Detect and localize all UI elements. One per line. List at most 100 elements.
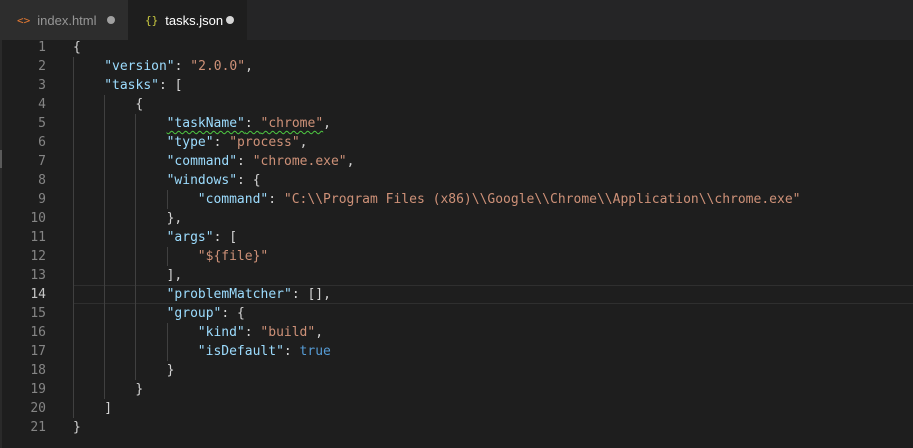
html-file-icon: <> <box>17 13 31 27</box>
line-number: 16 <box>30 325 46 340</box>
line-code: "windows": { <box>167 171 261 190</box>
line-code: "taskName": "chrome", <box>167 114 331 133</box>
code-token: , <box>346 154 355 169</box>
code-line[interactable]: 20] <box>0 399 913 418</box>
code-line[interactable]: 9 "command": "C:\\Program Files (x86)\\Go… <box>0 190 913 209</box>
code-token: } <box>135 382 144 397</box>
code-token: "process" <box>229 135 300 150</box>
code-token: } <box>166 363 175 378</box>
line-code: "tasks": [ <box>104 76 182 95</box>
line-number: 3 <box>38 78 46 93</box>
code-token: "isDefault" <box>197 344 284 359</box>
code-token: : <box>244 325 261 340</box>
code-token: , <box>315 325 324 340</box>
line-number: 2 <box>38 59 46 74</box>
line-code: } <box>73 418 81 437</box>
line-code: { <box>73 38 81 57</box>
line-number: 10 <box>30 211 46 226</box>
code-line[interactable]: 17 "isDefault": true <box>0 342 913 361</box>
code-token: "group" <box>166 306 222 321</box>
line-code: "version": "2.0.0", <box>104 57 253 76</box>
line-number: 12 <box>30 249 46 264</box>
code-token: "${file}" <box>197 249 269 264</box>
line-code: "problemMatcher": [], <box>167 285 331 304</box>
code-line[interactable]: 4{ <box>0 95 913 114</box>
line-code: ], <box>167 266 183 285</box>
tab-index-html[interactable]: <> index.html <box>0 0 128 40</box>
code-token: : { <box>221 306 245 321</box>
code-token: "chrome" <box>260 116 324 131</box>
line-code: "kind": "build", <box>198 323 323 342</box>
line-number: 4 <box>38 97 46 112</box>
line-code: } <box>167 361 175 380</box>
code-token: "command" <box>166 154 238 169</box>
indent-guide <box>73 57 74 418</box>
code-line[interactable]: 2 "version": "2.0.0", <box>0 57 913 76</box>
indent-guide <box>104 95 106 399</box>
code-line[interactable]: 6 "type": "process", <box>0 133 913 152</box>
json-file-icon: {} <box>145 13 159 27</box>
code-token: { <box>135 97 144 112</box>
code-line[interactable]: 10}, <box>0 209 913 228</box>
line-number: 11 <box>30 230 46 245</box>
line-number: 20 <box>30 401 46 416</box>
unsaved-dot-icon[interactable] <box>107 16 115 24</box>
code-token: : <box>283 344 300 359</box>
line-code: "group": { <box>167 304 245 323</box>
line-code: "isDefault": true <box>198 342 331 361</box>
line-number: 7 <box>38 154 46 169</box>
line-number: 8 <box>38 173 46 188</box>
indent-guide <box>166 190 168 209</box>
code-token: } <box>73 420 81 435</box>
line-code: "command": "chrome.exe", <box>167 152 355 171</box>
code-editor[interactable]: 1{2 "version": "2.0.0", 3 "tasks": [4{5 "tas… <box>0 38 913 437</box>
line-code: "args": [ <box>167 228 237 247</box>
tab-label: tasks.json <box>165 12 224 28</box>
line-code: "type": "process", <box>167 133 308 152</box>
unsaved-dot-icon[interactable] <box>226 16 234 24</box>
code-line[interactable]: 18} <box>0 361 913 380</box>
code-token: "C:\\Program Files (x86)\\Google\\Chrome… <box>283 192 801 207</box>
code-line[interactable]: 5 "taskName": "chrome", <box>0 114 913 133</box>
code-line[interactable]: 15 "group": { <box>0 304 913 323</box>
code-token: , <box>245 59 253 74</box>
code-token: : { <box>237 173 261 188</box>
editor-tab-bar: <> index.html {} tasks.json <box>0 0 913 40</box>
code-line[interactable]: 19} <box>0 380 913 399</box>
line-code: "command": "C:\\Program Files (x86)\\Goo… <box>198 190 801 209</box>
code-token: "command" <box>197 192 269 207</box>
code-token: : [], <box>291 287 331 302</box>
code-token: ], <box>166 268 183 283</box>
tab-label: index.html <box>37 12 97 28</box>
code-line[interactable]: 7 "command": "chrome.exe", <box>0 152 913 171</box>
code-line[interactable]: 3 "tasks": [ <box>0 76 913 95</box>
line-number: 13 <box>30 268 46 283</box>
code-token: "windows" <box>166 173 238 188</box>
code-token: , <box>323 116 331 131</box>
code-token: : <box>237 154 253 169</box>
code-token: : [ <box>213 230 238 245</box>
code-line[interactable]: 16 "kind": "build", <box>0 323 913 342</box>
line-code: { <box>135 95 143 114</box>
code-line[interactable]: 8 "windows": { <box>0 171 913 190</box>
code-token: true <box>299 344 331 359</box>
code-token: "version" <box>104 59 175 74</box>
code-token: , <box>299 135 308 150</box>
line-code: ] <box>104 399 112 418</box>
code-token: : <box>213 135 230 150</box>
line-code: }, <box>167 209 183 228</box>
code-token: ] <box>104 401 113 416</box>
tab-tasks-json[interactable]: {} tasks.json <box>128 0 247 40</box>
line-number: 5 <box>38 116 46 131</box>
code-token: "chrome.exe" <box>252 154 347 169</box>
code-line[interactable]: 1{ <box>0 38 913 57</box>
line-number: 17 <box>30 344 46 359</box>
code-line[interactable]: 14 "problemMatcher": [], <box>0 285 913 304</box>
code-line[interactable]: 11 "args": [ <box>0 228 913 247</box>
code-line[interactable]: 12 "${file}" <box>0 247 913 266</box>
code-token: : <box>268 192 284 207</box>
line-number: 21 <box>30 420 46 435</box>
code-line[interactable]: 21} <box>0 418 913 437</box>
code-token: : <box>174 59 191 74</box>
code-line[interactable]: 13], <box>0 266 913 285</box>
